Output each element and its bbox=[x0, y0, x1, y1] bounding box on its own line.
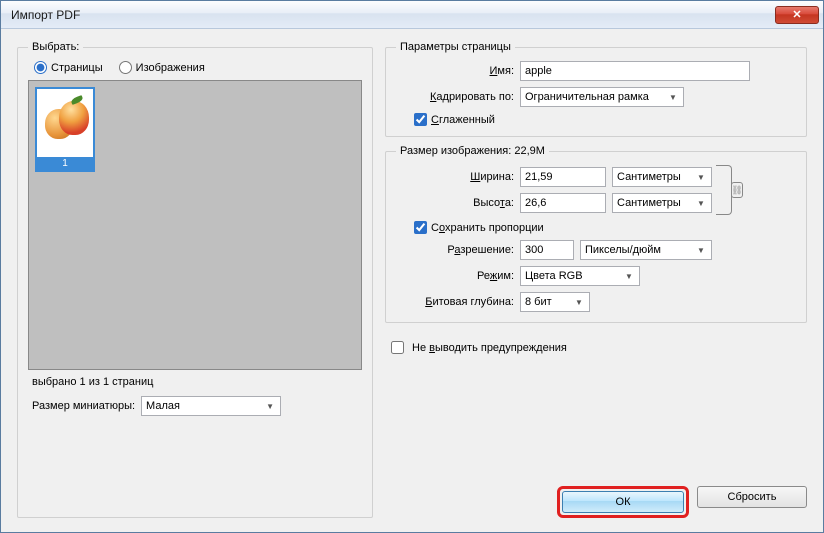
titlebar: Импорт PDF ✕ bbox=[1, 1, 823, 29]
selection-count-text: выбрано 1 из 1 страниц bbox=[28, 376, 362, 388]
width-label: Ширина: bbox=[396, 171, 514, 183]
thumbnail-list[interactable]: 1 bbox=[28, 80, 362, 370]
name-label: Имя: bbox=[396, 65, 514, 77]
depth-select[interactable]: 8 бит ▼ bbox=[520, 292, 590, 312]
crop-select[interactable]: Ограничительная рамка ▼ bbox=[520, 87, 684, 107]
close-button[interactable]: ✕ bbox=[775, 6, 819, 24]
ok-highlight: ОК bbox=[557, 486, 689, 518]
select-fieldset: Выбрать: Страницы Изображения bbox=[17, 41, 373, 518]
radio-images[interactable]: Изображения bbox=[119, 61, 205, 74]
radio-pages-input[interactable] bbox=[34, 61, 47, 74]
page-options-fieldset: Параметры страницы Имя: Кадрировать по: … bbox=[385, 41, 807, 137]
constrain-proportions-label: Сохранить пропорции bbox=[431, 222, 544, 234]
suppress-warnings-checkbox[interactable] bbox=[391, 341, 404, 354]
close-icon: ✕ bbox=[792, 8, 801, 21]
width-unit-select[interactable]: Сантиметры ▼ bbox=[612, 167, 712, 187]
image-size-fieldset: Размер изображения: 22,9M Ширина: Сантим… bbox=[385, 145, 807, 323]
mode-select[interactable]: Цвета RGB ▼ bbox=[520, 266, 640, 286]
height-label: Высота: bbox=[396, 197, 514, 209]
antialias-checkbox[interactable] bbox=[414, 113, 427, 126]
mode-label: Режим: bbox=[396, 270, 514, 282]
depth-label: Битовая глубина: bbox=[396, 296, 514, 308]
image-size-legend: Размер изображения: 22,9M bbox=[396, 145, 549, 157]
chevron-down-icon: ▼ bbox=[693, 195, 709, 211]
thumbsize-label: Размер миниатюры: bbox=[32, 400, 135, 412]
thumbnail-index: 1 bbox=[37, 157, 93, 170]
reset-button[interactable]: Сбросить bbox=[697, 486, 807, 508]
antialias-label: Сглаженный bbox=[431, 114, 495, 126]
chevron-down-icon: ▼ bbox=[621, 268, 637, 284]
chain-link-icon: ⛓ bbox=[731, 182, 743, 198]
constrain-proportions-checkbox[interactable] bbox=[414, 221, 427, 234]
ok-button[interactable]: ОК bbox=[562, 491, 684, 513]
height-input[interactable] bbox=[520, 193, 606, 213]
radio-images-input[interactable] bbox=[119, 61, 132, 74]
suppress-warnings-label: Не выводить предупреждения bbox=[412, 342, 567, 354]
select-legend: Выбрать: bbox=[28, 41, 83, 53]
chevron-down-icon: ▼ bbox=[693, 242, 709, 258]
chevron-down-icon: ▼ bbox=[262, 398, 278, 414]
window-title: Импорт PDF bbox=[11, 8, 775, 22]
resolution-input[interactable] bbox=[520, 240, 574, 260]
page-thumbnail[interactable]: 1 bbox=[35, 87, 95, 172]
name-input[interactable] bbox=[520, 61, 750, 81]
crop-label: Кадрировать по: bbox=[396, 91, 514, 103]
radio-pages[interactable]: Страницы bbox=[34, 61, 103, 74]
import-pdf-dialog: Импорт PDF ✕ Выбрать: Страницы Изображен… bbox=[0, 0, 824, 533]
height-unit-select[interactable]: Сантиметры ▼ bbox=[612, 193, 712, 213]
thumbnail-preview bbox=[37, 89, 93, 157]
resolution-unit-select[interactable]: Пикселы/дюйм ▼ bbox=[580, 240, 712, 260]
chevron-down-icon: ▼ bbox=[665, 89, 681, 105]
chevron-down-icon: ▼ bbox=[571, 294, 587, 310]
resolution-label: Разрешение: bbox=[396, 244, 514, 256]
page-options-legend: Параметры страницы bbox=[396, 41, 515, 53]
chevron-down-icon: ▼ bbox=[693, 169, 709, 185]
width-input[interactable] bbox=[520, 167, 606, 187]
thumbsize-select[interactable]: Малая ▼ bbox=[141, 396, 281, 416]
dimensions-link[interactable]: ⛓ bbox=[716, 165, 732, 215]
